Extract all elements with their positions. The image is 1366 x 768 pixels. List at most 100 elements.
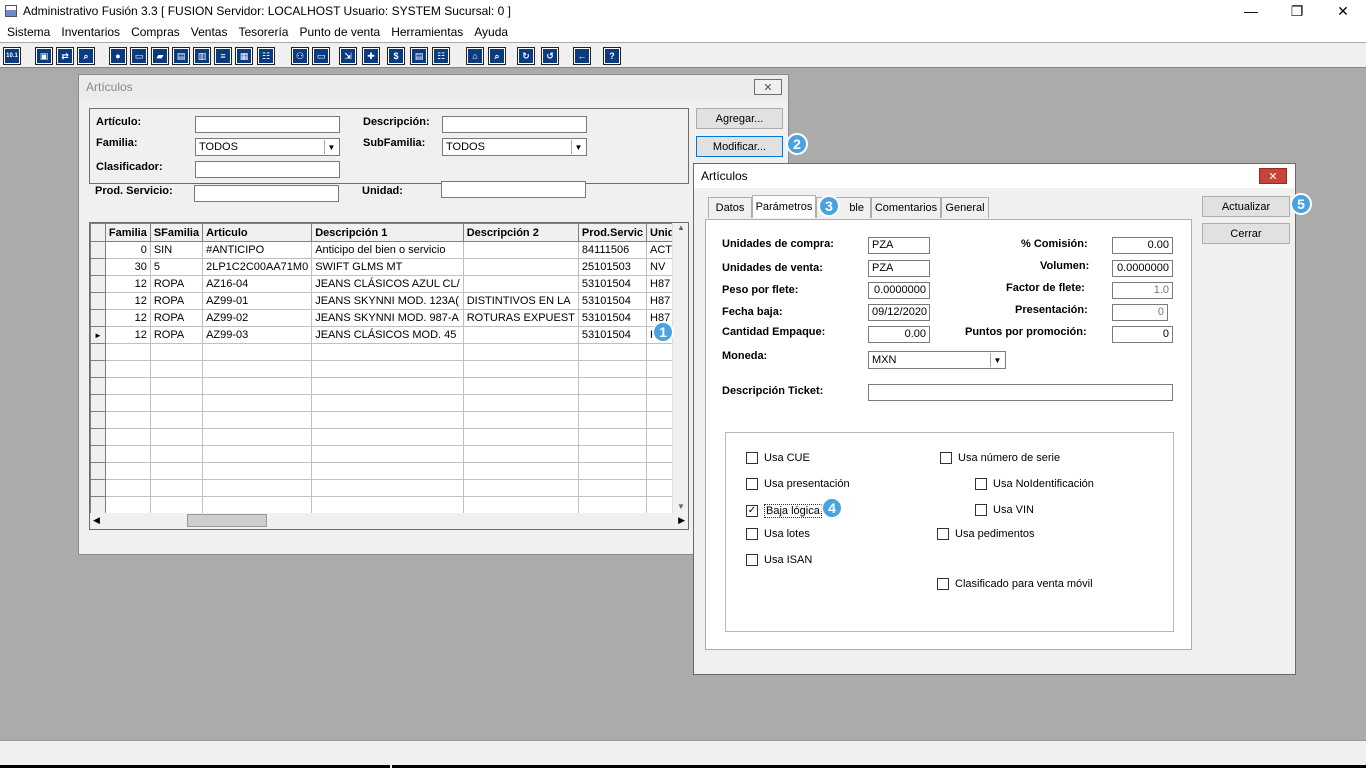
tab-datos[interactable]: Datos <box>708 197 752 218</box>
checkbox-box[interactable] <box>746 452 758 464</box>
table-cell-prod[interactable] <box>577 445 648 463</box>
table-cell-prod[interactable] <box>577 428 648 446</box>
table-cell-articulo[interactable]: AZ99-03 <box>202 326 313 344</box>
tab-comentarios[interactable]: Comentarios <box>871 197 941 218</box>
table-row[interactable]: 12 ROPA AZ99-01 JEANS SKYNNI MOD. 123A(DIST… <box>90 292 688 310</box>
familia-select[interactable]: TODOS ▼ <box>195 138 340 156</box>
row-selector[interactable] <box>90 275 106 293</box>
table-cell-desc1[interactable] <box>311 479 464 497</box>
table-cell-desc1[interactable]: JEANS CLÁSICOS AZUL CL/ <box>311 275 464 293</box>
usa-lotes-checkbox[interactable]: Usa lotes <box>746 528 810 540</box>
table-cell-desc1[interactable] <box>311 428 464 446</box>
table-cell-sfamilia[interactable] <box>149 377 204 395</box>
table-cell-prod[interactable]: 53101504 <box>577 309 648 327</box>
table-cell-desc1[interactable]: JEANS SKYNNI MOD. 123A( <box>311 292 464 310</box>
table-row[interactable] <box>90 343 688 361</box>
scroll-right-icon[interactable]: ▶ <box>678 515 685 526</box>
table-cell-prod[interactable]: 53101504 <box>577 275 648 293</box>
modificar-button[interactable]: Modificar... <box>696 136 783 157</box>
table-cell-sfamilia[interactable] <box>149 411 204 429</box>
table-cell-desc2[interactable] <box>462 241 579 259</box>
close-app-button[interactable]: ✕ <box>1320 0 1366 22</box>
table-cell-familia[interactable] <box>104 343 151 361</box>
help-icon[interactable]: ? <box>603 47 621 65</box>
menu-inventarios[interactable]: Inventarios <box>61 25 120 39</box>
table-row[interactable] <box>90 360 688 378</box>
column-header-descripcion1[interactable]: Descripción 1 <box>311 223 464 242</box>
calculator-icon[interactable]: 10.1 <box>3 47 21 65</box>
table-cell-familia[interactable] <box>104 411 151 429</box>
checkbox-box[interactable] <box>746 478 758 490</box>
table-cell-sfamilia[interactable] <box>149 428 204 446</box>
table-cell-articulo[interactable] <box>202 411 313 429</box>
table-cell-articulo[interactable] <box>202 462 313 480</box>
table-cell-familia[interactable] <box>104 360 151 378</box>
table-cell-desc1[interactable] <box>311 496 464 514</box>
table-cell-sfamilia[interactable] <box>149 360 204 378</box>
usa-cue-checkbox[interactable]: Usa CUE <box>746 452 810 464</box>
horizontal-scrollbar[interactable]: ◀ ▶ <box>90 513 688 529</box>
row-selector[interactable] <box>90 445 106 463</box>
table-cell-prod[interactable] <box>577 377 648 395</box>
comision-input[interactable]: 0.00 <box>1112 237 1173 254</box>
refresh-icon[interactable]: ↻ <box>517 47 535 65</box>
table-cell-desc1[interactable]: JEANS CLÁSICOS MOD. 45 <box>311 326 464 344</box>
copy-icon[interactable]: ▣ <box>35 47 53 65</box>
table-cell-familia[interactable]: 0 <box>104 241 151 259</box>
table-cell-articulo[interactable] <box>202 343 313 361</box>
table-cell-prod[interactable]: 84111506 <box>577 241 648 259</box>
table-cell-familia[interactable] <box>104 377 151 395</box>
table-icon[interactable]: ☷ <box>257 47 275 65</box>
table-cell-articulo[interactable] <box>202 479 313 497</box>
table-cell-sfamilia[interactable] <box>149 394 204 412</box>
row-selector[interactable] <box>90 394 106 412</box>
dollar-icon[interactable]: $ <box>387 47 405 65</box>
checkbox-box[interactable] <box>746 528 758 540</box>
user-icon[interactable]: ● <box>109 47 127 65</box>
table-cell-desc1[interactable]: Anticipo del bien o servicio <box>311 241 464 259</box>
actualizar-button[interactable]: Actualizar <box>1202 196 1290 217</box>
table-cell-sfamilia[interactable] <box>149 479 204 497</box>
undo-icon[interactable]: ↺ <box>541 47 559 65</box>
menu-ayuda[interactable]: Ayuda <box>474 25 508 39</box>
moneda-select[interactable]: MXN ▼ <box>868 351 1006 369</box>
table-cell-desc2[interactable] <box>462 479 579 497</box>
scroll-down-icon[interactable]: ▼ <box>673 502 688 511</box>
usa-noidentificacion-checkbox[interactable]: Usa NoIdentificación <box>975 478 1094 490</box>
column-header-prod-servicio[interactable]: Prod.Servic <box>577 223 648 242</box>
menu-compras[interactable]: Compras <box>131 25 180 39</box>
table-row[interactable] <box>90 445 688 463</box>
table-cell-desc1[interactable]: JEANS SKYNNI MOD. 987-A <box>311 309 464 327</box>
volumen-input[interactable]: 0.0000000 <box>1112 260 1173 277</box>
usa-presentacion-checkbox[interactable]: Usa presentación <box>746 478 850 490</box>
table-cell-desc1[interactable]: SWIFT GLMS MT <box>311 258 464 276</box>
table-cell-desc1[interactable] <box>311 462 464 480</box>
table-cell-desc2[interactable]: DISTINTIVOS EN LA <box>462 292 579 310</box>
clasificador-input[interactable] <box>195 161 340 178</box>
usa-vin-checkbox[interactable]: Usa VIN <box>975 504 1034 516</box>
table-cell-sfamilia[interactable] <box>149 343 204 361</box>
table-row[interactable] <box>90 411 688 429</box>
checkbox-box[interactable] <box>746 554 758 566</box>
row-selector[interactable] <box>90 360 106 378</box>
grid-icon[interactable]: ☷ <box>432 47 450 65</box>
table-cell-articulo[interactable]: AZ99-01 <box>202 292 313 310</box>
column-header-descripcion2[interactable]: Descripción 2 <box>462 223 579 242</box>
cerrar-button[interactable]: Cerrar <box>1202 223 1290 244</box>
close-icon[interactable]: ✕ <box>754 79 782 95</box>
table-cell-sfamilia[interactable]: ROPA <box>149 326 204 344</box>
maximize-button[interactable]: ❐ <box>1274 0 1320 22</box>
column-header-sfamilia[interactable]: SFamilia <box>149 223 204 242</box>
row-selector[interactable] <box>90 343 106 361</box>
box-icon[interactable]: ▭ <box>130 47 148 65</box>
table-cell-desc2[interactable] <box>462 411 579 429</box>
table-cell-prod[interactable] <box>577 462 648 480</box>
check-icon[interactable]: ✓ <box>746 505 758 517</box>
table-cell-familia[interactable] <box>104 496 151 514</box>
row-selector[interactable]: ► <box>90 326 106 344</box>
table-row[interactable] <box>90 394 688 412</box>
tab-parametros[interactable]: Parámetros <box>752 195 816 218</box>
row-selector[interactable] <box>90 496 106 514</box>
table-row[interactable] <box>90 462 688 480</box>
table-cell-sfamilia[interactable]: SIN <box>149 241 204 259</box>
